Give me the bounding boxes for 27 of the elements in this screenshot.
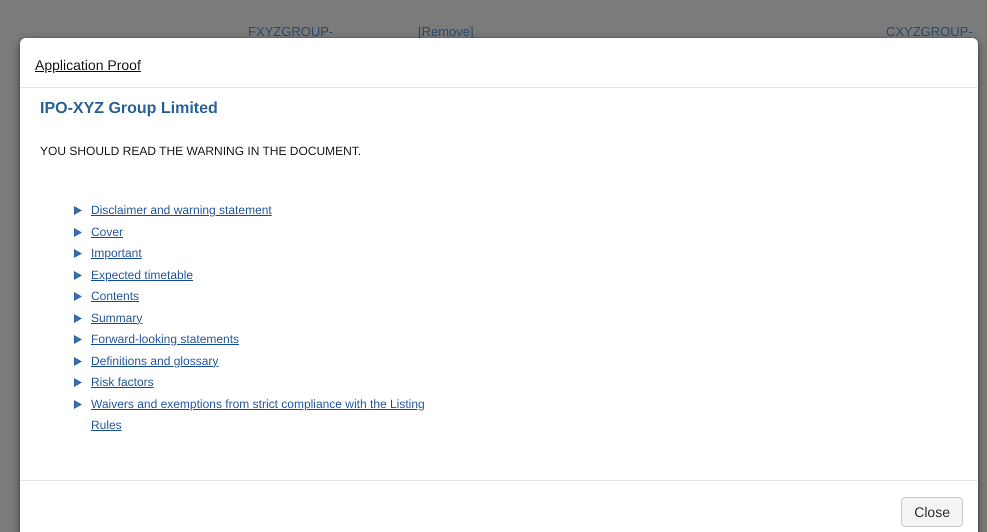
section-link[interactable]: Important xyxy=(91,243,142,264)
triangle-bullet-icon xyxy=(74,314,82,322)
background-text: FXYZGROUP- xyxy=(248,24,334,39)
section-link[interactable]: Risk factors xyxy=(91,372,154,394)
section-link[interactable]: Definitions and glossary xyxy=(91,350,218,372)
triangle-bullet-icon xyxy=(74,356,82,366)
triangle-bullet-icon xyxy=(74,400,82,408)
section-link[interactable]: Contents xyxy=(91,286,140,308)
triangle-bullet-icon xyxy=(74,228,82,236)
warning-text: YOU SHOULD READ THE WARNING IN THE DOCUMENT. xyxy=(40,144,362,158)
section-link[interactable]: Disclaimer and warning statement xyxy=(91,200,272,222)
section-link[interactable]: Expected timetable xyxy=(91,264,194,286)
background-text: [Remove] xyxy=(418,24,474,39)
company-name: IPO-XYZ Group Limited xyxy=(40,100,219,118)
close-button[interactable]: Close xyxy=(901,497,963,527)
section-link[interactable]: Waivers and exemptions from strict compliance with the Listing Rules xyxy=(91,394,434,436)
triangle-bullet-icon xyxy=(74,378,82,387)
background-text: CXYZGROUP- xyxy=(886,24,973,39)
section-link[interactable]: Forward-looking statements xyxy=(91,329,240,350)
triangle-bullet-icon xyxy=(74,206,82,215)
section-link[interactable]: Summary xyxy=(91,308,142,329)
triangle-bullet-icon xyxy=(74,335,82,344)
triangle-bullet-icon xyxy=(74,270,82,280)
modal-title: Application Proof xyxy=(35,57,141,73)
triangle-bullet-icon xyxy=(74,292,82,301)
triangle-bullet-icon xyxy=(74,249,82,258)
section-link[interactable]: Cover xyxy=(91,222,124,243)
